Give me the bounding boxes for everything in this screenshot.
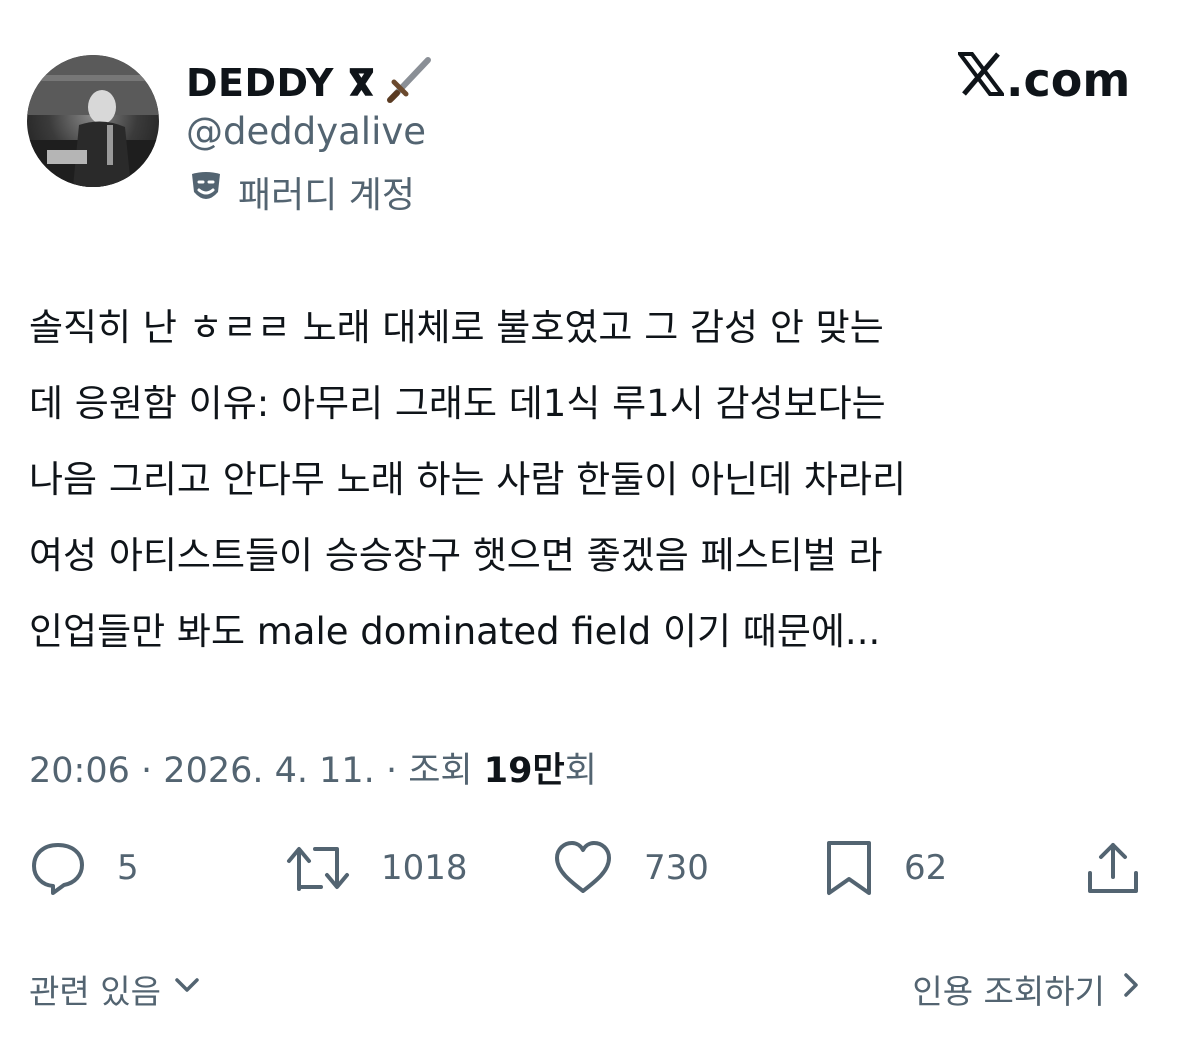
share-button[interactable] [1084, 838, 1142, 898]
related-label: 관련 있음 [29, 972, 161, 1011]
reply-button[interactable]: 5 [29, 838, 139, 898]
reply-icon [29, 839, 87, 897]
retweet-count: 1018 [381, 848, 468, 888]
retweet-icon [285, 839, 351, 897]
meta-separator: · [141, 751, 153, 791]
chevron-down-icon [171, 969, 203, 1009]
parody-label-text: 패러디 계정 [238, 175, 416, 216]
x-logo-icon [956, 52, 1006, 107]
display-name[interactable]: DEDDY ⴳ [186, 52, 436, 113]
x-logo-text: .com [1006, 52, 1131, 107]
views-count: 19만 [483, 751, 565, 791]
dagger-icon [384, 52, 436, 113]
display-name-text: DEDDY ⴳ [186, 60, 376, 105]
user-handle[interactable]: @deddyalive [186, 110, 426, 153]
bookmark-icon [824, 839, 874, 897]
related-toggle[interactable]: 관련 있음 [29, 965, 203, 1013]
share-icon [1084, 839, 1142, 897]
like-count: 730 [644, 848, 709, 888]
views-label: 조회 [408, 751, 473, 791]
parody-account-label: 패러디 계정 [186, 166, 415, 218]
tweet-date[interactable]: 2026. 4. 11. [163, 751, 375, 791]
like-button[interactable]: 730 [552, 838, 709, 898]
bookmark-count: 62 [904, 848, 948, 888]
view-quotes-label: 인용 조회하기 [912, 972, 1105, 1011]
avatar[interactable] [27, 55, 159, 187]
chevron-right-icon [1119, 969, 1143, 1009]
meta-separator: · [385, 751, 398, 791]
theater-mask-icon [186, 168, 226, 217]
retweet-button[interactable]: 1018 [285, 838, 468, 898]
tweet-meta: 20:06 · 2026. 4. 11. · 조회 19만회 [29, 742, 597, 793]
tweet-time[interactable]: 20:06 [29, 751, 130, 791]
x-logo: .com [956, 52, 1131, 107]
reply-count: 5 [117, 848, 139, 888]
tweet-text: 솔직히 난 ㅎㄹㄹ 노래 대체로 불호였고 그 감성 안 맞는 데 응원함 이유… [29, 306, 907, 653]
views-suffix: 회 [564, 751, 597, 791]
bookmark-button[interactable]: 62 [824, 838, 947, 898]
heart-icon [552, 839, 614, 897]
view-quotes-link[interactable]: 인용 조회하기 [912, 965, 1143, 1013]
